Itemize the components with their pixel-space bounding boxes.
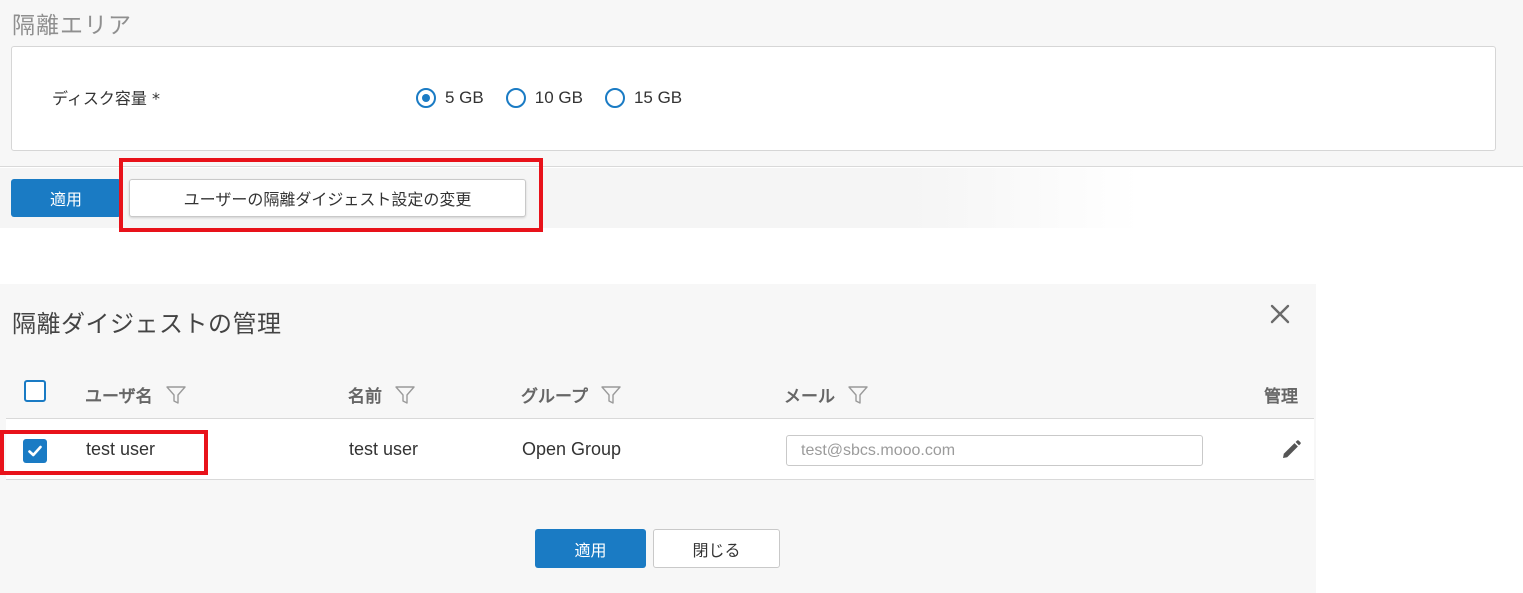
- section-title: 隔離エリア: [12, 13, 132, 39]
- radio-option-15gb[interactable]: 15 GB: [604, 88, 683, 108]
- table-header: ユーザ名 名前 グループ メール 管理: [0, 374, 1316, 418]
- dialog-title: 隔離ダイジェストの管理: [12, 310, 282, 338]
- column-label-email: メール: [784, 387, 835, 407]
- dialog-close-button[interactable]: 閉じる: [653, 529, 780, 568]
- disk-capacity-label: ディスク容量 *: [52, 89, 160, 108]
- cell-name: test user: [349, 439, 419, 459]
- column-header-manage: 管理: [1264, 382, 1298, 407]
- table-row: test user test user Open Group: [6, 418, 1314, 480]
- radio-button[interactable]: [505, 88, 526, 108]
- radio-button-selected[interactable]: [416, 88, 436, 108]
- dialog-apply-button[interactable]: 適用: [535, 529, 646, 568]
- radio-dot: [422, 94, 430, 102]
- filter-icon[interactable]: [847, 384, 869, 406]
- change-digest-settings-button[interactable]: ユーザーの隔離ダイジェスト設定の変更: [129, 179, 526, 217]
- cell-username: test user: [86, 439, 156, 459]
- column-header-group: グループ: [521, 382, 622, 407]
- column-header-username: ユーザ名: [85, 382, 187, 407]
- radio-button[interactable]: [604, 88, 625, 108]
- column-label-username: ユーザ名: [85, 387, 153, 407]
- column-label-manage: 管理: [1264, 387, 1298, 407]
- radio-label-15gb: 15 GB: [633, 88, 683, 107]
- radio-option-10gb[interactable]: 10 GB: [505, 88, 583, 108]
- check-icon: [28, 445, 42, 457]
- apply-button[interactable]: 適用: [11, 179, 121, 217]
- filter-icon[interactable]: [165, 384, 187, 406]
- cell-group: Open Group: [522, 439, 622, 459]
- column-label-name: 名前: [348, 387, 382, 407]
- radio-label-5gb: 5 GB: [445, 88, 484, 107]
- disk-settings-card: ディスク容量 * 5 GB 10 GB 15 GB: [11, 46, 1496, 151]
- filter-icon[interactable]: [600, 384, 622, 406]
- column-header-email: メール: [784, 382, 869, 407]
- filter-icon[interactable]: [394, 384, 416, 406]
- pencil-icon[interactable]: [1278, 437, 1304, 463]
- quarantine-section: 隔離エリア ディスク容量 * 5 GB 10 GB 15 GB: [0, 0, 1523, 167]
- column-header-name: 名前: [348, 382, 416, 407]
- disk-capacity-radio-group: 5 GB 10 GB 15 GB: [416, 88, 704, 108]
- digest-management-dialog: 隔離ダイジェストの管理 ユーザ名 名前 グループ メール 管理 test use…: [0, 284, 1316, 593]
- close-icon[interactable]: [1264, 298, 1296, 330]
- row-checkbox[interactable]: [23, 439, 47, 463]
- email-input[interactable]: [786, 435, 1203, 466]
- column-label-group: グループ: [521, 387, 588, 407]
- radio-option-5gb[interactable]: 5 GB: [416, 88, 484, 108]
- radio-label-10gb: 10 GB: [534, 88, 583, 107]
